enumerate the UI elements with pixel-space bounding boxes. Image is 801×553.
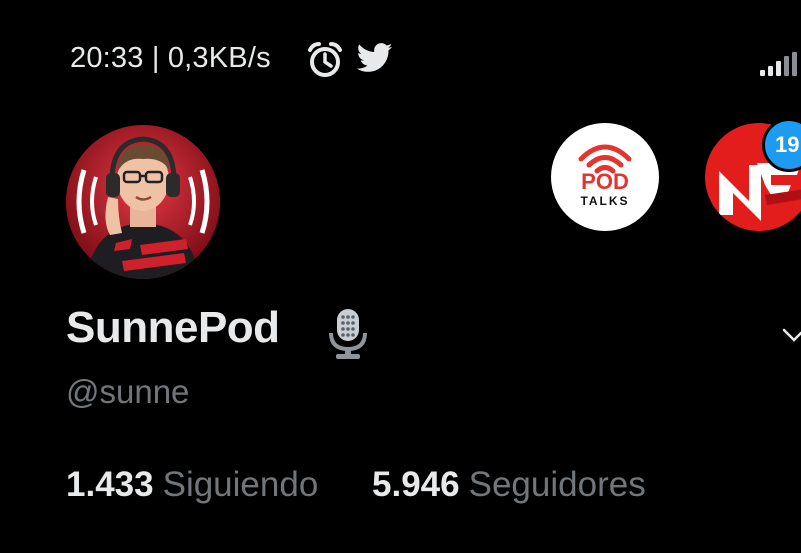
following-count: 1.433 <box>66 465 154 504</box>
chevron-down-icon[interactable] <box>782 322 801 352</box>
account-switcher-podtalks[interactable]: POD TALKS <box>551 123 659 231</box>
status-bar: 20:33 | 0,3KB/s <box>0 0 801 110</box>
profile-avatar[interactable] <box>66 125 220 279</box>
podtalks-logo-top: POD <box>581 169 629 194</box>
profile-name: SunnePod <box>66 303 280 352</box>
following-label: Siguiendo <box>162 465 319 504</box>
followers-label: Seguidores <box>468 465 646 504</box>
avatar-photo <box>66 125 220 279</box>
followers-count: 5.946 <box>372 465 460 504</box>
signal-icon <box>760 52 797 76</box>
microphone-icon <box>329 309 367 359</box>
status-time-speed: 20:33 | 0,3KB/s <box>70 42 271 74</box>
profile-handle: @sunne <box>66 373 190 410</box>
twitter-icon <box>357 43 393 72</box>
alarm-icon <box>308 42 342 77</box>
profile-stats: 1.433 Siguiendo 5.946 Seguidores <box>66 465 646 505</box>
following-stat[interactable]: 1.433 Siguiendo <box>66 465 318 505</box>
podtalks-logo: POD TALKS <box>578 144 632 208</box>
podtalks-logo-bottom: TALKS <box>580 194 629 208</box>
followers-stat[interactable]: 5.946 Seguidores <box>372 465 646 505</box>
